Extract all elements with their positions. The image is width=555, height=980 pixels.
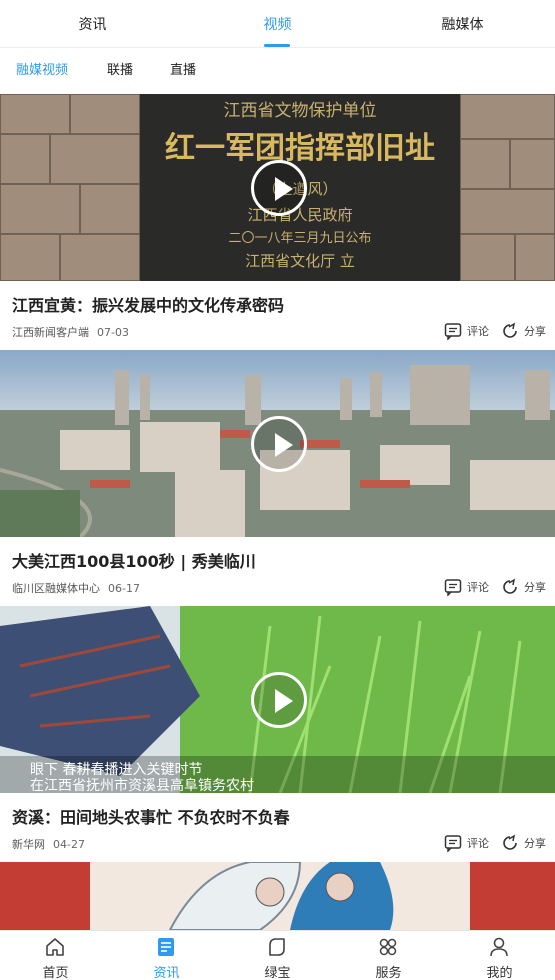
nav-services-label: 服务 <box>375 966 402 980</box>
play-button[interactable] <box>251 672 307 728</box>
video-thumbnail[interactable]: 江西省文物保护单位 红一军团指挥部旧址 （上遒风） 江西省人民政府 二〇一八年三… <box>0 94 555 281</box>
plaque-line-5: 二〇一八年三月九日公布 <box>228 231 371 246</box>
share-label: 分享 <box>524 581 546 594</box>
video-date: 07-03 <box>97 326 129 339</box>
video-card[interactable] <box>0 862 555 930</box>
video-actions: 评论 分享 <box>432 833 546 853</box>
tab-video-label: 视频 <box>263 17 292 33</box>
video-thumbnail[interactable] <box>0 862 555 930</box>
video-source: 临川区融媒体中心 <box>12 582 100 595</box>
share-icon <box>503 578 517 594</box>
video-actions: 评论 分享 <box>432 577 546 597</box>
share-icon <box>503 322 517 338</box>
video-card[interactable]: 江西省文物保护单位 红一军团指挥部旧址 （上遒风） 江西省人民政府 二〇一八年三… <box>0 94 555 350</box>
video-title[interactable]: 资溪：田间地头农事忙 不负农时不负春 <box>12 804 290 828</box>
news-icon <box>158 938 174 956</box>
subtab-broadcast[interactable]: 联播 <box>107 48 133 94</box>
nav-profile[interactable]: 我的 <box>444 931 555 980</box>
comment-button[interactable]: 评论 <box>444 322 489 340</box>
plaque-line-1: 江西省文物保护单位 <box>224 101 377 121</box>
comment-icon <box>444 323 462 340</box>
comment-button[interactable]: 评论 <box>444 578 489 596</box>
comment-label: 评论 <box>467 325 489 338</box>
nav-lvbao[interactable]: 绿宝 <box>222 931 333 980</box>
nav-profile-label: 我的 <box>486 966 513 980</box>
video-date: 06-17 <box>108 582 140 595</box>
share-button[interactable]: 分享 <box>501 834 546 852</box>
video-date: 04-27 <box>53 838 85 851</box>
share-label: 分享 <box>524 837 546 850</box>
sub-tab-bar: 融媒视频 联播 直播 <box>0 48 555 94</box>
video-actions: 评论 分享 <box>432 321 546 341</box>
plaque-line-6: 江西省文化厅 立 <box>245 252 355 270</box>
subtab-media-video[interactable]: 融媒视频 <box>16 48 68 94</box>
video-card[interactable]: 大美江西100县100秒 | 秀美临川 临川区融媒体中心 06-17 评论 分享 <box>0 350 555 606</box>
video-meta: 新华网 04-27 <box>12 836 85 852</box>
tab-video[interactable]: 视频 <box>185 0 370 48</box>
play-button[interactable] <box>251 160 307 216</box>
comment-icon <box>444 835 462 852</box>
share-icon <box>503 834 517 850</box>
active-tab-indicator <box>264 44 290 47</box>
video-thumbnail[interactable]: 眼下 春耕春播进入关键时节 在江西省抚州市资溪县高阜镇务农村 <box>0 606 555 793</box>
tab-news[interactable]: 资讯 <box>0 0 185 48</box>
tab-media[interactable]: 融媒体 <box>370 0 555 48</box>
top-tab-bar: 资讯 视频 融媒体 <box>0 0 555 48</box>
nav-news[interactable]: 资讯 <box>111 931 222 980</box>
grid-services-icon <box>379 938 397 956</box>
share-label: 分享 <box>524 325 546 338</box>
nav-news-label: 资讯 <box>153 966 180 980</box>
video-source: 江西新闻客户端 <box>12 326 89 339</box>
home-icon <box>46 938 64 956</box>
share-button[interactable]: 分享 <box>501 578 546 596</box>
video-meta: 江西新闻客户端 07-03 <box>12 324 129 340</box>
leaf-card-icon <box>269 938 285 956</box>
subtab-live[interactable]: 直播 <box>170 48 196 94</box>
plaque-line-2: 红一军团指挥部旧址 <box>165 131 435 166</box>
share-button[interactable]: 分享 <box>501 322 546 340</box>
nav-services[interactable]: 服务 <box>333 931 444 980</box>
video-meta: 临川区融媒体中心 06-17 <box>12 580 140 596</box>
bottom-nav: 首页 资讯 绿宝 服务 我的 <box>0 930 555 980</box>
comment-label: 评论 <box>467 837 489 850</box>
caption-line-1: 眼下 春耕春播进入关键时节 <box>30 761 202 778</box>
nav-home-label: 首页 <box>42 966 69 980</box>
comment-label: 评论 <box>467 581 489 594</box>
caption-line-2: 在江西省抚州市资溪县高阜镇务农村 <box>30 777 254 793</box>
comment-icon <box>444 579 462 596</box>
nav-lvbao-label: 绿宝 <box>264 966 291 980</box>
video-title[interactable]: 大美江西100县100秒 | 秀美临川 <box>12 548 256 572</box>
video-source: 新华网 <box>12 838 45 851</box>
video-title[interactable]: 江西宜黄：振兴发展中的文化传承密码 <box>12 292 284 316</box>
nav-home[interactable]: 首页 <box>0 931 111 980</box>
comment-button[interactable]: 评论 <box>444 834 489 852</box>
video-card[interactable]: 眼下 春耕春播进入关键时节 在江西省抚州市资溪县高阜镇务农村 资溪：田间地头农事… <box>0 606 555 862</box>
play-button[interactable] <box>251 416 307 472</box>
video-thumbnail[interactable] <box>0 350 555 537</box>
medical-workers-image <box>0 862 555 930</box>
user-icon <box>490 937 508 957</box>
